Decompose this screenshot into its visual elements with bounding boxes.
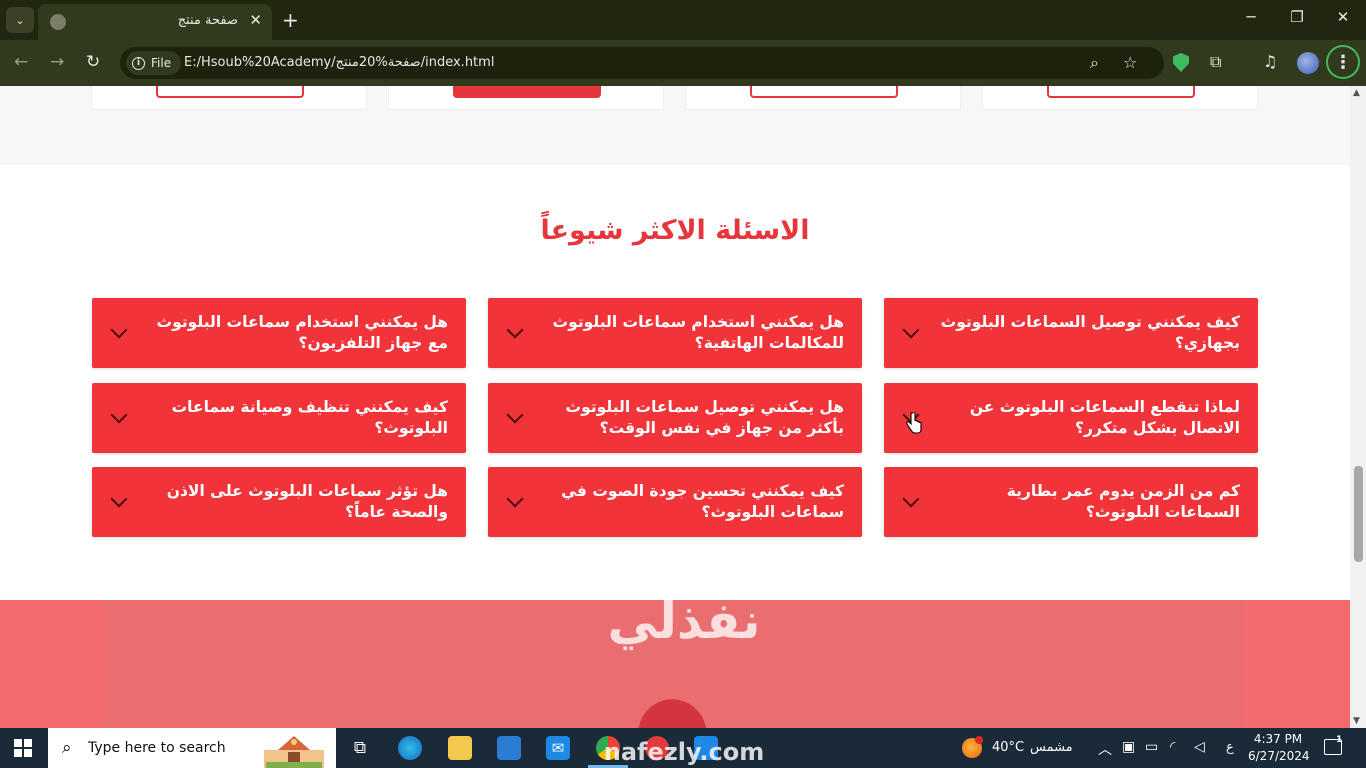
profile-icon[interactable] bbox=[1297, 52, 1319, 74]
faq-item[interactable]: كم من الزمن يدوم عمر بطارية السماعات الب… bbox=[884, 467, 1258, 537]
weather-condition[interactable]: مشمس bbox=[1030, 740, 1073, 755]
star-icon[interactable]: ☆ bbox=[1123, 53, 1137, 72]
page-scrollbar[interactable]: ▲ ▼ bbox=[1350, 86, 1366, 728]
minimize-button[interactable]: ─ bbox=[1228, 8, 1274, 26]
scroll-down-icon[interactable]: ▼ bbox=[1353, 716, 1360, 726]
close-tab-icon[interactable]: ✕ bbox=[249, 11, 262, 29]
faq-question: كيف يمكنني تنظيف وصيانة سماعات البلوتوث؟ bbox=[171, 398, 448, 437]
site-info-chip[interactable]: i File bbox=[126, 51, 182, 75]
watermark-latin: nafezly.com bbox=[603, 738, 765, 766]
address-bar[interactable]: i File E:/Hsoub%20Academy/صفحة%20منتج/in… bbox=[120, 47, 1164, 79]
clock-date: 6/27/2024 bbox=[1248, 749, 1310, 763]
product-card bbox=[388, 86, 664, 110]
chevron-down-icon bbox=[506, 321, 524, 339]
hand-cursor-icon bbox=[906, 412, 922, 434]
puzzle-icon[interactable]: ⧉ bbox=[1210, 52, 1221, 72]
faq-question: كيف يمكنني تحسين جودة الصوت في سماعات ال… bbox=[561, 482, 844, 521]
windows-start-icon[interactable] bbox=[14, 739, 32, 757]
watermark-arabic: نفذلي bbox=[607, 592, 761, 650]
taskbar-search[interactable]: ⌕ Type here to search bbox=[48, 728, 336, 768]
chevron-up-icon[interactable]: ︿ bbox=[1098, 739, 1112, 759]
info-icon: i bbox=[132, 56, 145, 70]
media-icon[interactable]: ♫ bbox=[1263, 52, 1277, 71]
product-card bbox=[91, 86, 367, 110]
task-view-icon[interactable]: ⧉ bbox=[348, 736, 372, 760]
chevron-down-icon bbox=[110, 406, 128, 424]
chevron-down-icon bbox=[902, 490, 920, 508]
faq-question: هل يمكنني استخدام سماعات البلوتوث مع جها… bbox=[156, 313, 448, 352]
scroll-up-icon[interactable]: ▲ bbox=[1353, 88, 1360, 98]
forward-button[interactable]: → bbox=[50, 52, 64, 72]
volume-icon[interactable]: ◁ bbox=[1194, 739, 1205, 755]
back-button[interactable]: ← bbox=[14, 52, 28, 72]
meet-now-icon[interactable]: ▣ bbox=[1122, 739, 1135, 755]
new-tab-button[interactable]: + bbox=[282, 8, 299, 32]
url-text[interactable]: E:/Hsoub%20Academy/صفحة%20منتج/index.htm… bbox=[184, 55, 494, 70]
chevron-down-icon bbox=[506, 490, 524, 508]
faq-section: الاسئلة الاكثر شيوعاً كيف يمكنني توصيل ا… bbox=[0, 165, 1350, 600]
faq-item[interactable]: هل تؤثر سماعات البلوتوث على الاذن والصحة… bbox=[92, 467, 466, 537]
faq-item[interactable]: هل يمكنني استخدام سماعات البلوتوث مع جها… bbox=[92, 298, 466, 368]
faq-item[interactable]: كيف يمكنني تحسين جودة الصوت في سماعات ال… bbox=[488, 467, 862, 537]
watermark: نفذلي nafezly.com bbox=[598, 592, 770, 766]
faq-question: هل يمكنني استخدام سماعات البلوتوث للمكال… bbox=[552, 313, 844, 352]
product-card-button[interactable] bbox=[1047, 86, 1195, 98]
restore-button[interactable]: ❐ bbox=[1274, 8, 1320, 26]
notification-count: 1 bbox=[1336, 735, 1343, 745]
search-placeholder: Type here to search bbox=[88, 740, 226, 756]
browser-toolbar: ← → ↻ i File E:/Hsoub%20Academy/صفحة%20م… bbox=[0, 40, 1366, 86]
chevron-down-icon bbox=[506, 406, 524, 424]
chevron-down-icon bbox=[110, 490, 128, 508]
weather-temperature[interactable]: 40°C bbox=[992, 740, 1024, 755]
system-clock[interactable]: 4:37 PM 6/27/2024 bbox=[1248, 731, 1310, 765]
reload-button[interactable]: ↻ bbox=[86, 52, 100, 72]
store-icon[interactable] bbox=[497, 736, 521, 760]
file-explorer-icon[interactable] bbox=[448, 736, 472, 760]
weather-alert-badge bbox=[975, 736, 983, 744]
product-card bbox=[982, 86, 1258, 110]
product-card-button[interactable] bbox=[750, 86, 898, 98]
edge-icon[interactable] bbox=[398, 736, 422, 760]
faq-item[interactable]: لماذا تنقطع السماعات البلوتوث عن الاتصال… bbox=[884, 383, 1258, 453]
faq-item[interactable]: كيف يمكنني تنظيف وصيانة سماعات البلوتوث؟ bbox=[92, 383, 466, 453]
faq-item[interactable]: هل يمكنني استخدام سماعات البلوتوث للمكال… bbox=[488, 298, 862, 368]
browser-tab-active[interactable]: صفحة منتج ✕ bbox=[38, 4, 272, 40]
kebab-menu-icon[interactable]: ⋮ bbox=[1326, 45, 1360, 79]
faq-title: الاسئلة الاكثر شيوعاً bbox=[540, 215, 810, 246]
chevron-down-icon: ⌄ bbox=[15, 13, 25, 27]
battery-icon[interactable]: ▭ bbox=[1145, 739, 1158, 755]
globe-icon bbox=[50, 14, 66, 30]
tab-title: صفحة منتج bbox=[177, 13, 238, 28]
product-card-button[interactable] bbox=[156, 86, 304, 98]
shield-icon[interactable] bbox=[1173, 53, 1189, 72]
wifi-icon[interactable]: ◜ bbox=[1170, 739, 1175, 755]
mail-icon[interactable]: ✉ bbox=[546, 736, 570, 760]
tab-list-button[interactable]: ⌄ bbox=[6, 7, 34, 33]
faq-question: هل يمكنني توصيل سماعات البلوتوث بأكثر من… bbox=[565, 398, 844, 437]
search-icon: ⌕ bbox=[62, 738, 72, 758]
faq-question: كم من الزمن يدوم عمر بطارية السماعات الب… bbox=[1006, 482, 1240, 521]
input-language[interactable]: ع bbox=[1226, 740, 1234, 755]
product-card-button[interactable] bbox=[453, 86, 601, 98]
chevron-down-icon bbox=[902, 321, 920, 339]
faq-question: كيف يمكنني توصيل السماعات البلوتوث بجهاز… bbox=[940, 313, 1240, 352]
close-window-button[interactable]: ✕ bbox=[1320, 8, 1366, 26]
faq-item[interactable]: كيف يمكنني توصيل السماعات البلوتوث بجهاز… bbox=[884, 298, 1258, 368]
chevron-down-icon bbox=[110, 321, 128, 339]
browser-titlebar: ⌄ صفحة منتج ✕ + ─ ❐ ✕ bbox=[0, 0, 1366, 40]
faq-question: هل تؤثر سماعات البلوتوث على الاذن والصحة… bbox=[166, 482, 448, 521]
scrollbar-thumb[interactable] bbox=[1354, 466, 1363, 562]
faq-question: لماذا تنقطع السماعات البلوتوث عن الاتصال… bbox=[969, 398, 1240, 437]
zoom-icon[interactable]: ⌕ bbox=[1090, 53, 1099, 73]
product-card bbox=[685, 86, 961, 110]
site-chip-label: File bbox=[151, 56, 172, 70]
faq-item[interactable]: هل يمكنني توصيل سماعات البلوتوث بأكثر من… bbox=[488, 383, 862, 453]
search-highlight-illustration bbox=[264, 736, 324, 768]
clock-time: 4:37 PM bbox=[1253, 732, 1303, 746]
